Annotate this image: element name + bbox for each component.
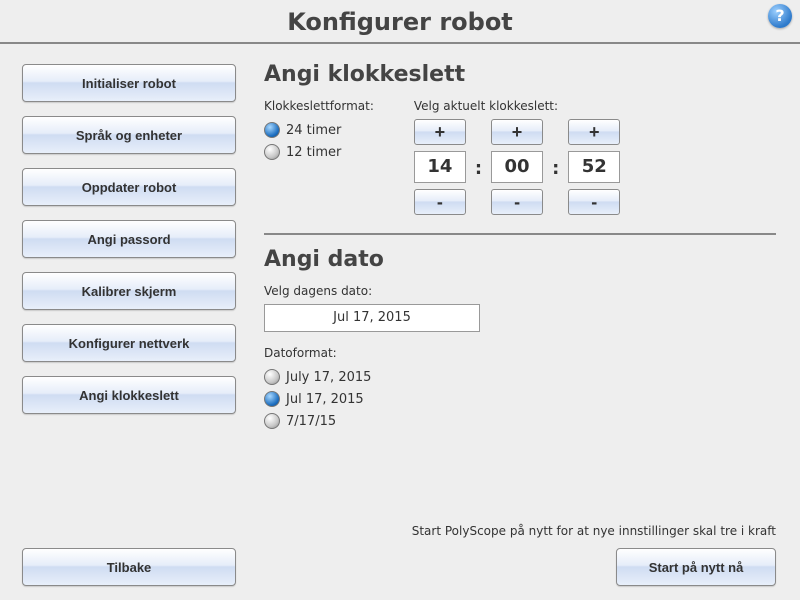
hour-plus-button[interactable]: + (414, 119, 466, 145)
restart-button[interactable]: Start på nytt nå (616, 548, 776, 586)
radio-icon (264, 144, 280, 160)
radio-icon (264, 122, 280, 138)
second-value[interactable]: 52 (568, 151, 620, 183)
radio-icon (264, 413, 280, 429)
colon: : (474, 158, 483, 179)
page-title: Konfigurer robot (0, 0, 800, 44)
radio-12h[interactable]: 12 timer (264, 144, 374, 160)
time-format-label: Klokkeslettformat: (264, 99, 374, 113)
hour-value[interactable]: 14 (414, 151, 466, 183)
time-row: Klokkeslettformat: 24 timer 12 timer Vel… (264, 99, 776, 215)
radio-date-long[interactable]: July 17, 2015 (264, 369, 776, 385)
radio-date-short-label: 7/17/15 (286, 414, 336, 429)
sidebar-item-password[interactable]: Angi passord (22, 220, 236, 258)
date-section-title: Angi dato (264, 247, 776, 272)
radio-date-long-label: July 17, 2015 (286, 370, 371, 385)
colon: : (551, 158, 560, 179)
minute-minus-button[interactable]: - (491, 189, 543, 215)
time-pick-label: Velg aktuelt klokkeslett: (414, 99, 620, 113)
date-format-label: Datoformat: (264, 346, 776, 360)
divider (264, 233, 776, 235)
radio-24h-label: 24 timer (286, 123, 341, 138)
second-col: + 52 - (568, 119, 620, 215)
main: Angi klokkeslett Klokkeslettformat: 24 t… (250, 44, 800, 600)
radio-12h-label: 12 timer (286, 145, 341, 160)
sidebar-item-language[interactable]: Språk og enheter (22, 116, 236, 154)
sidebar-item-initialize[interactable]: Initialiser robot (22, 64, 236, 102)
radio-icon (264, 369, 280, 385)
restart-row: Start på nytt nå (264, 548, 776, 586)
sidebar-item-calibrate[interactable]: Kalibrer skjerm (22, 272, 236, 310)
hour-minus-button[interactable]: - (414, 189, 466, 215)
sidebar-item-network[interactable]: Konfigurer nettverk (22, 324, 236, 362)
sidebar-item-update[interactable]: Oppdater robot (22, 168, 236, 206)
sidebar: Initialiser robot Språk og enheter Oppda… (0, 44, 250, 600)
time-section-title: Angi klokkeslett (264, 62, 776, 87)
sidebar-item-time[interactable]: Angi klokkeslett (22, 376, 236, 414)
radio-date-med-label: Jul 17, 2015 (286, 392, 364, 407)
date-pick-label: Velg dagens dato: (264, 284, 776, 298)
minute-col: + 00 - (491, 119, 543, 215)
second-plus-button[interactable]: + (568, 119, 620, 145)
second-minus-button[interactable]: - (568, 189, 620, 215)
hour-col: + 14 - (414, 119, 466, 215)
radio-date-med[interactable]: Jul 17, 2015 (264, 391, 776, 407)
radio-24h[interactable]: 24 timer (264, 122, 374, 138)
minute-value[interactable]: 00 (491, 151, 543, 183)
layout: Initialiser robot Språk og enheter Oppda… (0, 44, 800, 600)
date-input[interactable]: Jul 17, 2015 (264, 304, 480, 332)
sidebar-spacer (22, 428, 236, 534)
minute-plus-button[interactable]: + (491, 119, 543, 145)
time-picker-group: Velg aktuelt klokkeslett: + 14 - : + 00 … (414, 99, 620, 215)
time-picker: + 14 - : + 00 - : + 52 - (414, 119, 620, 215)
time-format-group: Klokkeslettformat: 24 timer 12 timer (264, 99, 374, 215)
header: Konfigurer robot ? (0, 0, 800, 44)
back-button[interactable]: Tilbake (22, 548, 236, 586)
restart-note: Start PolyScope på nytt for at nye innst… (264, 524, 776, 538)
radio-date-short[interactable]: 7/17/15 (264, 413, 776, 429)
radio-icon (264, 391, 280, 407)
help-icon[interactable]: ? (768, 4, 792, 28)
